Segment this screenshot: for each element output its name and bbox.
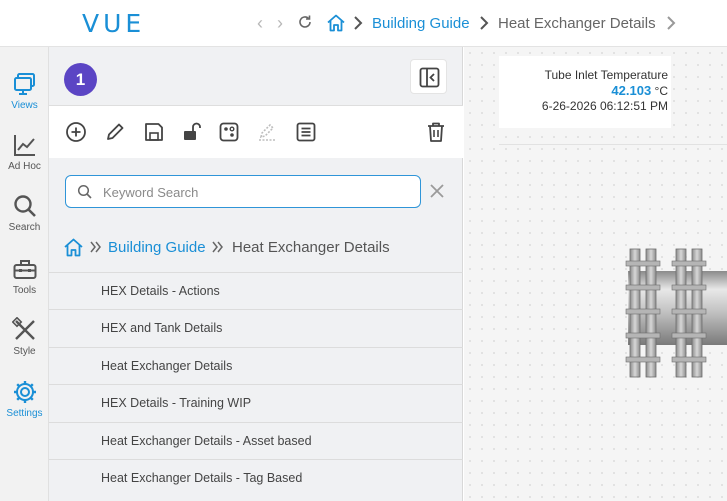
close-icon[interactable] (429, 183, 445, 199)
rail-label: Style (13, 346, 36, 357)
save-icon[interactable] (142, 120, 166, 144)
toolbox-icon (13, 260, 36, 279)
chevron-right-icon (354, 16, 363, 30)
temperature-card[interactable]: Tube Inlet Temperature 42.103 °C 6-26-20… (499, 56, 671, 128)
brush-icon (11, 317, 35, 340)
rail-label: Search (8, 222, 41, 233)
double-chevron-icon (90, 241, 101, 253)
rail-item-search[interactable]: Search (0, 193, 49, 233)
search-icon (13, 195, 36, 217)
rail-label: Views (11, 100, 38, 111)
list-item[interactable]: Heat Exchanger Details (49, 346, 463, 384)
list-item[interactable]: Heat Exchanger Details - Asset based (49, 421, 463, 459)
home-icon[interactable] (63, 237, 84, 258)
forward-icon[interactable]: › (277, 13, 283, 33)
unlock-icon[interactable] (180, 120, 204, 144)
list-item[interactable]: Heat Exchanger Details - Tag Based (49, 458, 463, 496)
rail-label: Tools (12, 285, 37, 296)
list-item[interactable]: HEX and Tank Details (49, 309, 463, 346)
collapse-panel-icon (419, 67, 440, 88)
breadcrumb-building-guide[interactable]: Building Guide (372, 15, 470, 32)
add-icon[interactable] (64, 120, 88, 144)
heat-exchanger-graphic[interactable] (614, 243, 727, 383)
step-badge: 1 (64, 63, 97, 96)
rail-item-style[interactable]: Style (0, 317, 49, 357)
breadcrumb-current: Heat Exchanger Details (498, 15, 656, 32)
view-canvas: Tube Inlet Temperature 42.103 °C 6-26-20… (464, 47, 727, 501)
rail-item-settings[interactable]: Settings (0, 379, 49, 419)
nav-rail: Views Ad Hoc Search Tools Style Settings (0, 47, 49, 501)
temperature-label: Tube Inlet Temperature (544, 68, 668, 82)
double-chevron-icon (212, 241, 223, 253)
search-icon (77, 184, 92, 199)
edit-icon[interactable] (103, 120, 127, 144)
refresh-icon[interactable] (297, 14, 313, 30)
list-icon[interactable] (294, 120, 318, 144)
gear-icon (13, 381, 36, 403)
chevron-right-icon (480, 16, 489, 30)
home-icon[interactable] (326, 13, 346, 33)
search-field[interactable] (65, 175, 421, 208)
views-toolbar (49, 106, 463, 158)
app-logo: VUE (82, 9, 146, 38)
list-item[interactable]: HEX Details - Actions (49, 272, 463, 309)
widget-icon[interactable] (217, 120, 241, 144)
views-panel: 1 Keyword Search Building Guide Heat Exc… (49, 47, 463, 501)
top-bar: VUE ‹ › Building Guide Heat Exchanger De… (0, 0, 727, 47)
back-icon[interactable]: ‹ (257, 13, 263, 33)
rail-item-ad-hoc[interactable]: Ad Hoc (0, 132, 49, 172)
collapse-panel-button[interactable] (410, 59, 447, 94)
panel-breadcrumb-current: Heat Exchanger Details (232, 239, 390, 256)
chart-line-icon (13, 135, 35, 156)
rail-label: Ad Hoc (8, 161, 41, 172)
divider (499, 144, 727, 145)
views-icon (13, 73, 35, 95)
panel-breadcrumb-link[interactable]: Building Guide (108, 239, 206, 261)
views-list: HEX Details - Actions HEX and Tank Detai… (49, 272, 463, 496)
rail-label: Settings (6, 408, 43, 419)
list-item[interactable]: HEX Details - Training WIP (49, 384, 463, 421)
temperature-timestamp: 6-26-2026 06:12:51 PM (541, 99, 668, 113)
trash-icon[interactable] (424, 120, 448, 144)
rail-item-views[interactable]: Views (0, 71, 49, 111)
temperature-value: 42.103 (611, 83, 652, 98)
chevron-right-icon (667, 16, 676, 30)
edit-disabled-icon (259, 123, 275, 141)
temperature-unit: °C (654, 84, 668, 98)
rail-item-tools[interactable]: Tools (0, 256, 49, 296)
search-input[interactable] (103, 182, 403, 202)
